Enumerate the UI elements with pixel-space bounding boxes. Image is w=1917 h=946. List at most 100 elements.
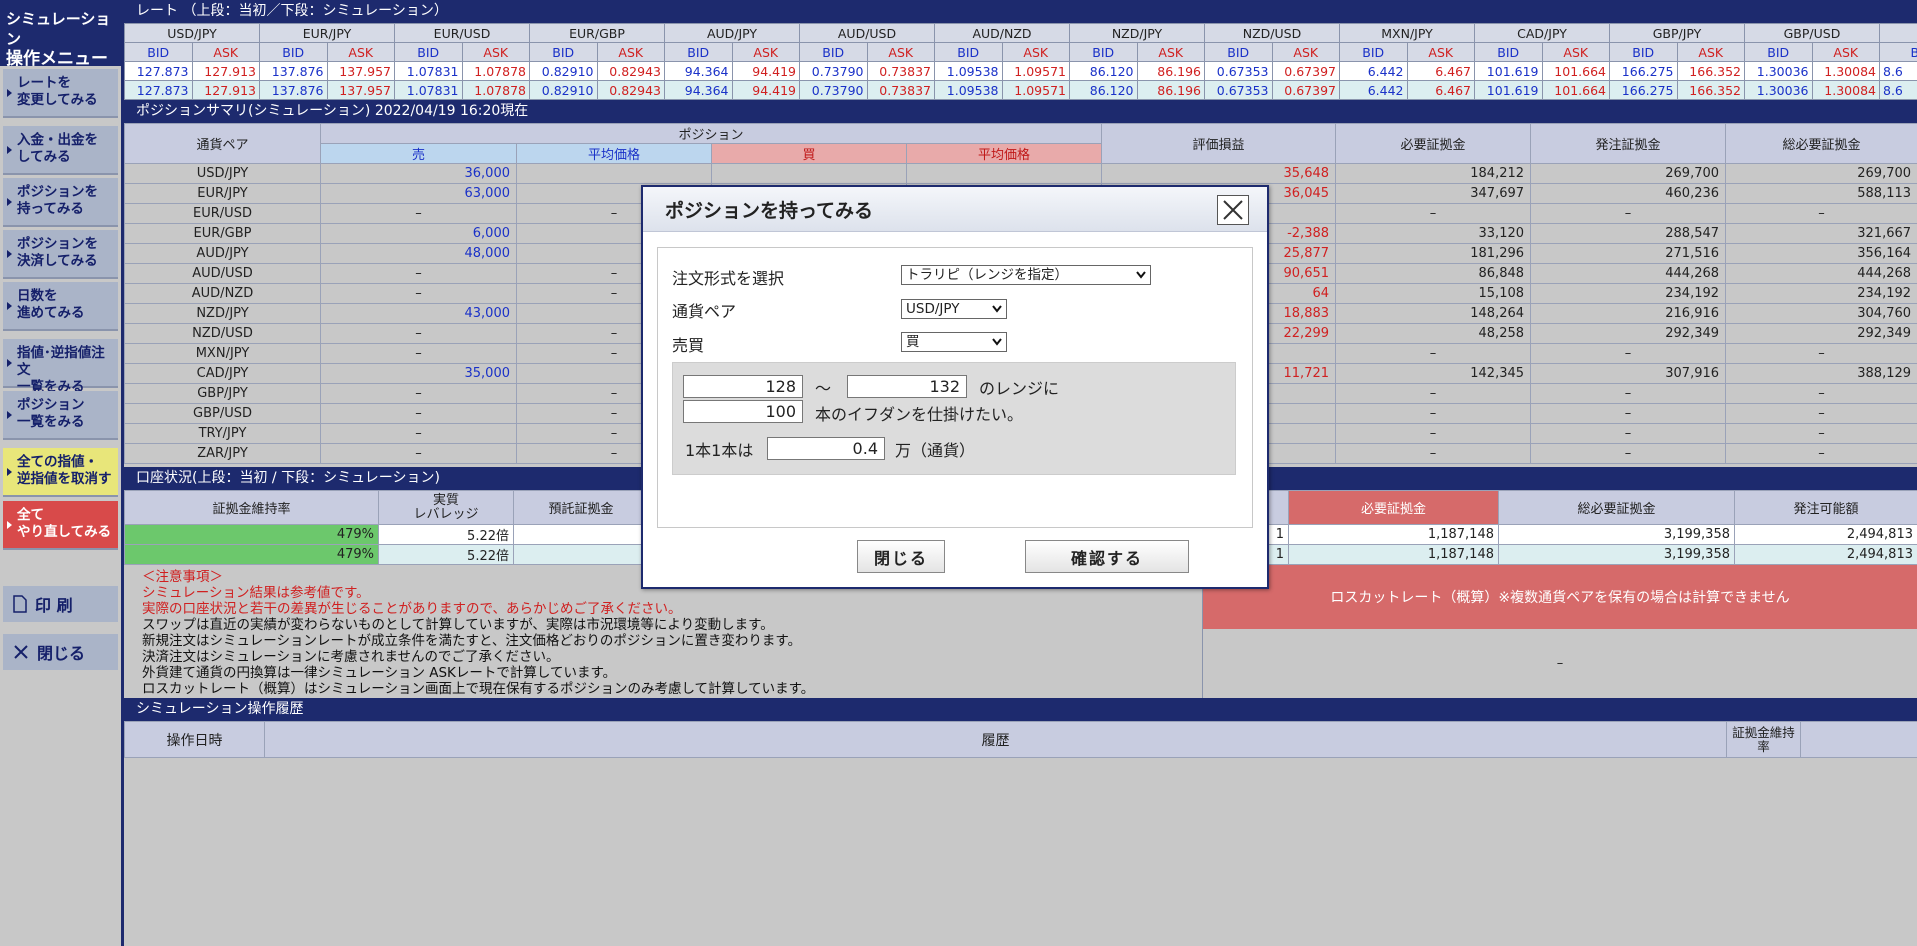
- positions-title: ポジションサマリ(シミュレーション) 2022/04/19 16:20現在: [124, 100, 1917, 123]
- advance-days-button[interactable]: 日数を 進めてみる: [3, 282, 118, 331]
- bid-header: BID: [934, 42, 1003, 62]
- open-position-button[interactable]: ポジションを 持ってみる: [3, 178, 118, 227]
- ask-header: ASK: [596, 42, 665, 62]
- close-app-button[interactable]: 閉じる: [3, 634, 118, 670]
- ask-header: ASK: [191, 42, 260, 62]
- position-req: 184,212: [1335, 163, 1532, 184]
- acct-leverage-line1: 実質: [432, 492, 459, 508]
- count-input[interactable]: 100: [683, 400, 803, 423]
- rate-ask-initial: 0.82943: [596, 61, 665, 81]
- position-row[interactable]: USD/JPY 36,000 35,648 184,212 269,700 269,700: [124, 163, 1917, 184]
- acct-deposit: [513, 524, 649, 545]
- rate-ask-sim: 0.82943: [596, 80, 665, 100]
- position-pair: EUR/JPY: [124, 183, 321, 204]
- deposit-withdraw-button[interactable]: 入金・出金を してみる: [3, 126, 118, 175]
- rate-ask-initial: 127.913: [191, 61, 260, 81]
- range-low-input[interactable]: 128: [683, 375, 803, 398]
- range-high-input[interactable]: 132: [847, 375, 967, 398]
- ask-header: ASK: [1676, 42, 1745, 62]
- rate-bid-initial: 1.09538: [934, 61, 1003, 81]
- rate-bid-sim: 6.442: [1339, 80, 1408, 100]
- dialog-close-icon[interactable]: [1217, 195, 1249, 225]
- dialog-close-button[interactable]: 閉じる: [857, 540, 945, 573]
- rate-bid-sim: 166.275: [1609, 80, 1678, 100]
- side-select[interactable]: 買: [901, 332, 1007, 352]
- bid-header: BID: [1204, 42, 1273, 62]
- position-order: –: [1530, 403, 1727, 424]
- position-req: 33,120: [1335, 223, 1532, 244]
- position-sell: –: [320, 343, 517, 364]
- position-avg-buy: [905, 163, 1103, 184]
- reset-all-button[interactable]: 全て やり直してみる: [3, 501, 118, 550]
- rate-pair-header: NZD/JPY: [1069, 23, 1205, 43]
- position-sell: –: [320, 203, 517, 224]
- rate-bid-initial: 0.73790: [799, 61, 868, 81]
- rate-ask-sim: 101.664: [1541, 80, 1610, 100]
- ask-header: ASK: [866, 42, 935, 62]
- position-req: –: [1335, 203, 1532, 224]
- col-position-header: ポジション: [319, 123, 1103, 144]
- sidebar-title-line1: シミュレーション: [6, 10, 111, 48]
- acct-total-header: 総必要証拠金: [1498, 490, 1735, 525]
- note-line: 外貨建て通貨の円換算は一律シミュレーション ASKレートで計算しています。: [142, 665, 617, 681]
- order-list-button[interactable]: 指値･逆指値注文 一覧をみる: [3, 339, 118, 395]
- position-req: 347,697: [1335, 183, 1532, 204]
- history-date-header: 操作日時: [124, 721, 265, 758]
- rate-pair-header: CAD/JPY: [1474, 23, 1610, 43]
- acct-avail: 2,494,813: [1734, 524, 1917, 545]
- order-type-select[interactable]: トラリピ（レンジを指定）: [901, 265, 1151, 285]
- close-label: 閉じる: [37, 644, 86, 663]
- position-pair: GBP/JPY: [124, 383, 321, 404]
- acct-deposit: [513, 544, 649, 565]
- position-total: –: [1725, 443, 1917, 464]
- rate-pair-header: EUR/USD: [394, 23, 530, 43]
- position-total: 444,268: [1725, 263, 1917, 284]
- bid-header: BID: [1339, 42, 1408, 62]
- acct-leverage-line2: レバレッジ: [413, 506, 479, 522]
- confirm-button[interactable]: 確認する: [1025, 540, 1189, 573]
- rate-bid-sim: 127.873: [124, 80, 193, 100]
- position-sell: 63,000: [320, 183, 517, 204]
- ask-header: ASK: [1136, 42, 1205, 62]
- change-rate-button[interactable]: レートを 変更してみる: [3, 69, 118, 118]
- bid-header: BID: [529, 42, 598, 62]
- pair-select[interactable]: USD/JPY: [901, 299, 1007, 319]
- cancel-all-orders-button[interactable]: 全ての指値・ 逆指値を取消す: [3, 448, 118, 497]
- position-order: –: [1530, 443, 1727, 464]
- unit-input[interactable]: 0.4: [767, 437, 885, 460]
- position-req: –: [1335, 343, 1532, 364]
- position-sell: 6,000: [320, 223, 517, 244]
- rate-ask-sim: 137.957: [326, 80, 395, 100]
- rate-ask-sim: 1.30084: [1811, 80, 1880, 100]
- pair-value: USD/JPY: [906, 301, 960, 317]
- position-list-button[interactable]: ポジション 一覧をみる: [3, 391, 118, 440]
- order-type-value: トラリピ（レンジを指定）: [906, 267, 1068, 283]
- position-pl: 35,648: [1101, 163, 1337, 184]
- history-table: 操作日時 履歴 証拠金維持率: [124, 721, 1917, 758]
- range-tilde: ～: [815, 379, 832, 398]
- position-order: 292,349: [1530, 323, 1727, 344]
- acct-leverage: 5.22倍: [378, 544, 514, 565]
- close-position-button[interactable]: ポジションを 決済してみる: [3, 230, 118, 279]
- rate-bid-initial: 127.873: [124, 61, 193, 81]
- rate-pair-header: AUD/NZD: [934, 23, 1070, 43]
- history-rate-header: 証拠金維持率: [1726, 721, 1801, 758]
- position-order: 444,268: [1530, 263, 1727, 284]
- col-avg-buy-header: 平均価格: [905, 143, 1103, 164]
- rate-pair-header: MXN/JPY: [1339, 23, 1475, 43]
- position-pair: NZD/USD: [124, 323, 321, 344]
- position-order: –: [1530, 343, 1727, 364]
- dialog-form: 注文形式を選択 トラリピ（レンジを指定） 通貨ペア USD/JPY 売買 買 1…: [657, 247, 1253, 528]
- print-button[interactable]: 印 刷: [3, 586, 118, 622]
- rate-ask-initial: 1.07878: [461, 61, 530, 81]
- position-req: –: [1335, 423, 1532, 444]
- position-order: 307,916: [1530, 363, 1727, 384]
- bid-header: BID: [1879, 42, 1917, 62]
- history-empty-header: [1800, 721, 1917, 758]
- rate-ask-initial: 1.30084: [1811, 61, 1880, 81]
- rate-bid-sim: 1.09538: [934, 80, 1003, 100]
- rate-ask-initial: 0.73837: [866, 61, 935, 81]
- losscut-panel: ロスカットレート（概算）※複数通貨ペアを保有の場合は計算できません –: [1202, 565, 1917, 698]
- rate-ask-initial: 1.09571: [1001, 61, 1070, 81]
- acct-rate: 479%: [124, 544, 379, 565]
